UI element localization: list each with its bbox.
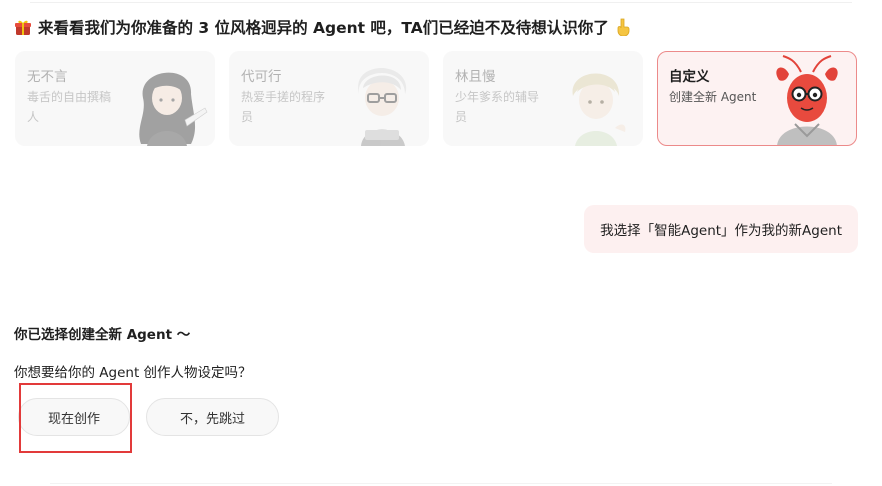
agent-desc: 热爱手搓的程序员 xyxy=(241,90,326,124)
agent-name: 自定义 xyxy=(669,69,710,85)
user-message-text: 我选择「智能Agent」作为我的新Agent xyxy=(600,223,842,239)
create-now-button[interactable]: 现在创作 xyxy=(18,398,130,436)
pointing-down-icon xyxy=(617,18,630,36)
agent-card-custom[interactable]: 自定义 创建全新 Agent xyxy=(657,51,857,146)
bot-question: 你想要给你的 Agent 创作人物设定吗？ xyxy=(14,365,252,381)
gift-icon xyxy=(15,20,31,35)
writer-avatar-icon xyxy=(139,72,208,146)
intro-line: 来看看我们为你准备的 3 位风格迥异的 Agent 吧，TA们已经迫不及待想认识… xyxy=(14,16,631,38)
intro-text: 来看看我们为你准备的 3 位风格迥异的 Agent 吧，TA们已经迫不及待想认识… xyxy=(38,19,609,37)
agent-card-counselor[interactable]: 林且慢 少年爹系的辅导员 xyxy=(443,51,643,146)
bottom-divider xyxy=(50,483,832,484)
bot-heading: 你已选择创建全新 Agent ～ xyxy=(14,327,191,343)
agent-name: 无不言 xyxy=(27,69,68,85)
counselor-avatar-icon xyxy=(572,73,626,146)
top-divider xyxy=(30,2,852,3)
lobster-avatar-icon xyxy=(776,55,838,145)
user-message-bubble: 我选择「智能Agent」作为我的新Agent xyxy=(584,205,858,253)
agent-desc: 毒舌的自由撰稿人 xyxy=(27,90,112,124)
programmer-avatar-icon xyxy=(358,68,407,146)
skip-button[interactable]: 不，先跳过 xyxy=(146,398,279,436)
agent-card-programmer[interactable]: 代可行 热爱手搓的程序员 xyxy=(229,51,429,146)
agent-name: 代可行 xyxy=(241,69,282,85)
agent-name: 林且慢 xyxy=(455,69,496,85)
agent-card-writer[interactable]: 无不言 毒舌的自由撰稿人 xyxy=(15,51,215,146)
agent-desc: 少年爹系的辅导员 xyxy=(455,90,540,124)
